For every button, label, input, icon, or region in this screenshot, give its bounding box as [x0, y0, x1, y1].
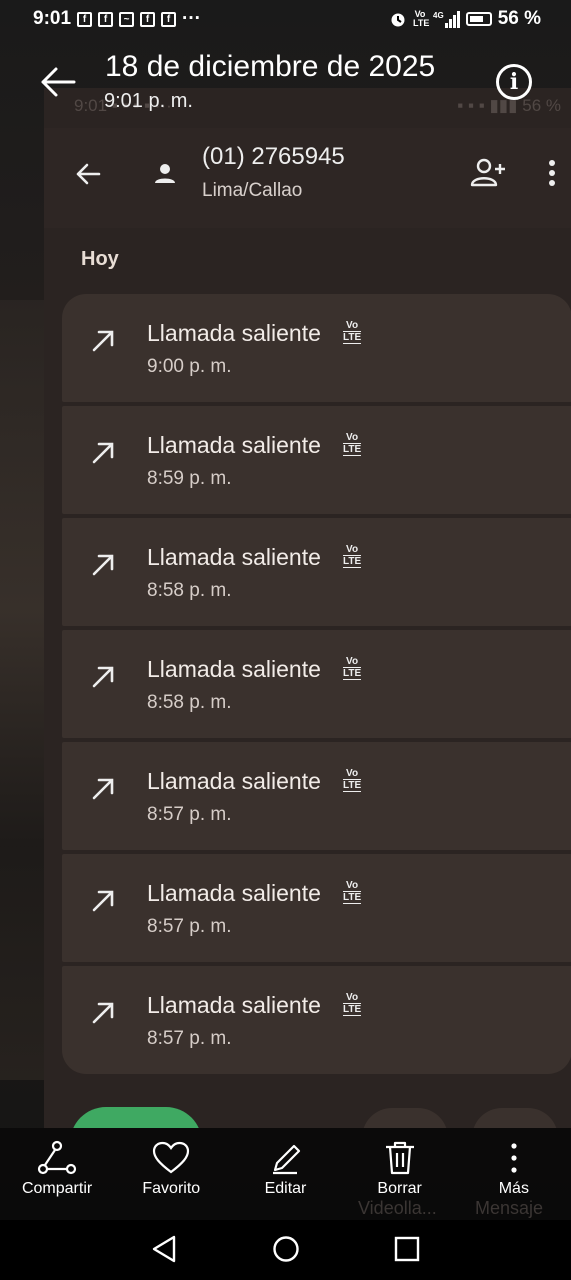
outgoing-call-icon	[92, 554, 114, 576]
more-options-icon	[549, 160, 555, 186]
volte-badge: Vo LTE	[343, 544, 362, 568]
edit-label: Editar	[264, 1180, 307, 1197]
call-history-item: Llamada saliente Vo LTE 8:57 p. m.	[62, 742, 571, 850]
contact-header: (01) 2765945 Lima/Callao	[44, 128, 571, 228]
contact-avatar-icon	[155, 164, 175, 183]
call-time: 9:00 p. m.	[147, 356, 232, 377]
messenger-icon: ~	[119, 11, 135, 27]
status-bar: 9:01 f f ~ f f ··· Vo LTE 4G 56 %	[0, 0, 571, 38]
favorite-label: Favorito	[142, 1180, 201, 1197]
outgoing-call-icon	[92, 442, 114, 464]
battery-percent: 56 %	[497, 8, 541, 29]
call-button	[70, 1107, 202, 1128]
trash-icon	[385, 1141, 414, 1175]
facebook-icon: f	[77, 11, 93, 27]
more-vertical-icon	[511, 1143, 517, 1173]
network-type: 4G	[433, 10, 444, 20]
back-arrow-icon[interactable]	[38, 62, 78, 102]
pencil-icon	[273, 1144, 301, 1175]
outgoing-call-icon	[92, 778, 114, 800]
back-arrow-icon	[76, 163, 101, 185]
add-contact-icon	[470, 158, 505, 187]
signal-bar	[448, 18, 452, 28]
call-history-item: Llamada saliente Vo LTE 8:57 p. m.	[62, 854, 571, 962]
call-history-item: Llamada saliente Vo LTE 8:58 p. m.	[62, 630, 571, 738]
outgoing-call-icon	[92, 330, 114, 352]
volte-badge: Vo LTE	[343, 320, 362, 344]
heart-icon	[153, 1141, 190, 1174]
message-button	[472, 1108, 558, 1128]
call-history-list: Llamada saliente Vo LTE 9:00 p. m. Llamad…	[62, 294, 571, 1078]
signal-bar	[456, 10, 460, 28]
volte-badge: Vo LTE	[343, 768, 362, 792]
volte-badge: Vo LTE	[343, 992, 362, 1016]
viewer-title: 18 de diciembre de 2025	[105, 50, 436, 83]
volte-badge: Vo LTE	[343, 656, 362, 680]
nav-back-icon[interactable]	[150, 1234, 178, 1264]
alarm-icon	[391, 13, 405, 27]
signal-icon: 4G	[433, 10, 460, 28]
outgoing-call-icon	[92, 1002, 114, 1024]
video-call-button	[362, 1108, 448, 1128]
more-label: Más	[498, 1180, 529, 1197]
call-history-item: Llamada saliente Vo LTE 8:59 p. m.	[62, 406, 571, 514]
facebook-icon: f	[140, 11, 156, 27]
status-right: Vo LTE 4G 56 %	[389, 8, 541, 30]
share-label: Compartir	[21, 1180, 93, 1197]
more-notifications-icon: ···	[182, 8, 202, 29]
navigation-bar	[0, 1220, 571, 1280]
contact-region: Lima/Callao	[202, 180, 303, 201]
nav-recent-apps-icon[interactable]	[393, 1235, 421, 1263]
call-time: 8:58 p. m.	[147, 580, 232, 601]
status-time: 9:01	[33, 8, 72, 29]
signal-bar	[444, 22, 448, 28]
edit-button[interactable]: Editar	[228, 1128, 342, 1220]
call-history-item: Llamada saliente Vo LTE 9:00 p. m.	[62, 294, 571, 402]
call-type: Llamada saliente	[147, 880, 321, 906]
call-time: 8:57 p. m.	[147, 804, 232, 825]
message-label: Mensaje	[475, 1198, 544, 1218]
call-time: 8:57 p. m.	[147, 916, 232, 937]
status-left: 9:01 f f ~ f f ···	[33, 8, 201, 30]
delete-label: Borrar	[377, 1180, 422, 1197]
signal-bar	[452, 14, 456, 28]
call-type: Llamada saliente	[147, 544, 321, 570]
facebook-icon: f	[98, 11, 114, 27]
volte-badge: Vo LTE	[343, 880, 362, 904]
call-time: 8:58 p. m.	[147, 692, 232, 713]
screenshot-preview: 9:01 ▪ ▪ ▪ ▪ ··· ▪ ▪ ▪ ▮▮▮ 56 % (01) 276…	[44, 88, 571, 1128]
call-history-item: Llamada saliente Vo LTE 8:58 p. m.	[62, 518, 571, 626]
section-heading-today: Hoy	[81, 248, 119, 270]
call-time: 8:59 p. m.	[147, 468, 232, 489]
call-time: 8:57 p. m.	[147, 1028, 232, 1049]
share-button[interactable]: Compartir	[0, 1128, 114, 1220]
outgoing-call-icon	[92, 666, 114, 688]
info-icon[interactable]: i	[496, 64, 532, 100]
viewer-subtitle: 9:01 p. m.	[104, 90, 193, 112]
battery-icon	[465, 12, 492, 26]
volte-badge: Vo LTE	[343, 432, 362, 456]
video-call-label: Videolla...	[358, 1198, 437, 1218]
nav-home-icon[interactable]	[272, 1234, 300, 1264]
contact-number: (01) 2765945	[202, 143, 345, 170]
favorite-button[interactable]: Favorito	[114, 1128, 228, 1220]
outgoing-call-icon	[92, 890, 114, 912]
volte-icon: Vo LTE	[413, 9, 430, 28]
call-type: Llamada saliente	[147, 656, 321, 682]
call-type: Llamada saliente	[147, 768, 321, 794]
viewer-title-bar: 18 de diciembre de 2025 9:01 p. m. i	[0, 44, 571, 116]
call-type: Llamada saliente	[147, 992, 321, 1018]
share-icon	[37, 1140, 77, 1175]
facebook-icon: f	[161, 11, 177, 27]
call-type: Llamada saliente	[147, 320, 321, 346]
background-edge	[0, 300, 44, 1080]
call-history-item: Llamada saliente Vo LTE 8:57 p. m.	[62, 966, 571, 1074]
call-type: Llamada saliente	[147, 432, 321, 458]
